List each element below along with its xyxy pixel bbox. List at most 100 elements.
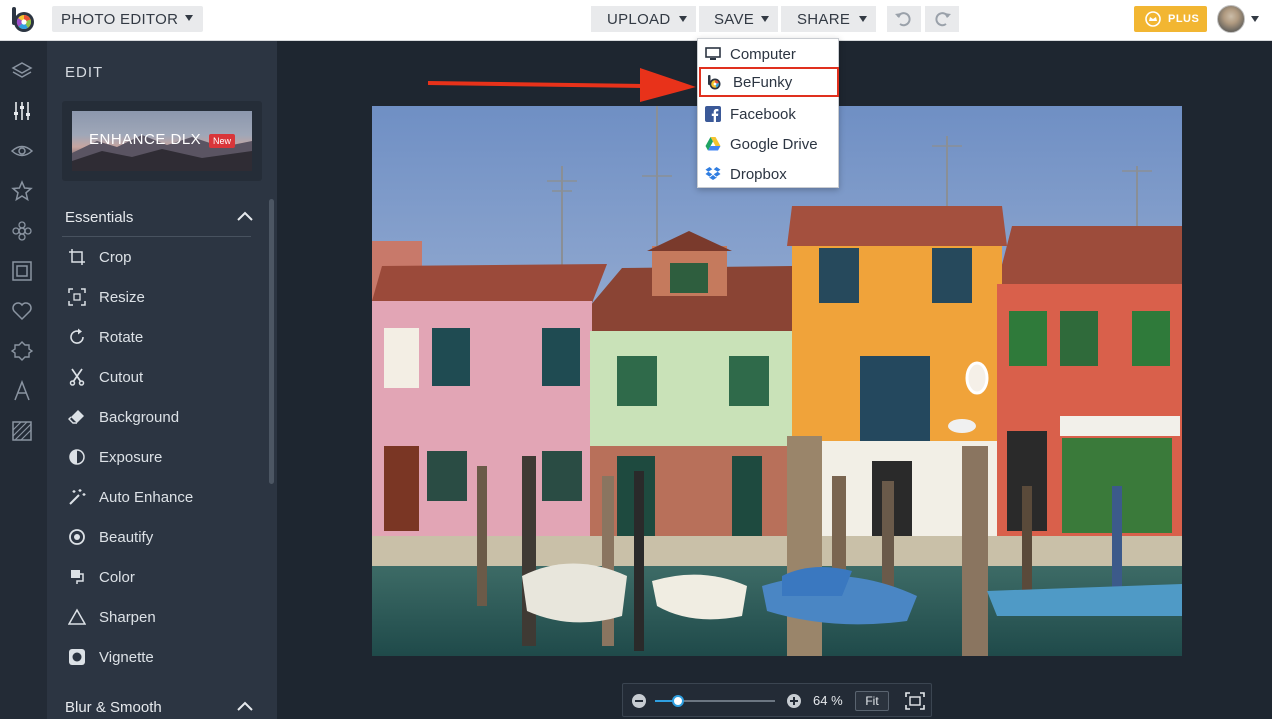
chevron-down-icon[interactable] [1251, 16, 1259, 22]
save-menu-item-computer[interactable]: Computer [698, 39, 838, 69]
tool-crop[interactable]: Crop [67, 242, 257, 272]
undo-button[interactable] [887, 6, 921, 32]
section-essentials-title: Essentials [65, 208, 134, 226]
plus-crown-icon [1145, 11, 1161, 27]
star-icon[interactable] [10, 179, 34, 203]
frame-icon[interactable] [10, 259, 34, 283]
tool-label: Auto Enhance [99, 488, 194, 506]
tool-label: Vignette [99, 648, 154, 666]
heart-icon[interactable] [10, 299, 34, 323]
save-menu-item-dropbox[interactable]: Dropbox [698, 159, 838, 189]
section-divider [62, 236, 251, 237]
save-menu-item-befunky[interactable]: BeFunky [699, 67, 839, 97]
chevron-down-icon [761, 16, 769, 22]
save-menu-item-label: Facebook [730, 105, 796, 123]
chevron-down-icon [859, 16, 867, 22]
section-blur-smooth-title: Blur & Smooth [65, 698, 162, 716]
annotation-arrow [428, 68, 696, 102]
monitor-icon [705, 47, 721, 60]
exposure-icon [67, 447, 87, 467]
sliders-icon[interactable] [10, 99, 34, 123]
layers-icon[interactable] [10, 59, 34, 83]
tool-label: Resize [99, 288, 145, 306]
tool-label: Beautify [99, 528, 154, 546]
save-menu-item-label: BeFunky [733, 73, 793, 91]
save-menu-item-google-drive[interactable]: Google Drive [698, 129, 838, 159]
resize-icon [67, 287, 87, 307]
upload-button[interactable]: UPLOAD [591, 6, 696, 32]
zoom-slider[interactable] [655, 695, 775, 707]
tool-beautify[interactable]: Beautify [67, 522, 257, 552]
redo-button[interactable] [925, 6, 959, 32]
plus-label: PLUS [1168, 13, 1200, 25]
chevron-down-icon [185, 15, 193, 21]
top-bar: PHOTO EDITOR UPLOAD SAVE SHARE PLUS [0, 0, 1272, 41]
dropbox-icon [705, 167, 721, 180]
fit-button[interactable]: Fit [855, 691, 889, 711]
zoom-out-icon[interactable] [632, 694, 646, 708]
redo-icon [935, 12, 951, 27]
avatar[interactable] [1217, 5, 1245, 33]
badge-icon[interactable] [10, 339, 34, 363]
panel-title: EDIT [65, 64, 104, 81]
panel-scrollbar[interactable] [269, 199, 274, 484]
triangle-icon [67, 607, 87, 627]
paint-bucket-icon [67, 567, 87, 587]
zoom-bar: 64 % Fit [622, 683, 932, 717]
zoom-value: 64 % [813, 693, 843, 708]
save-menu-item-facebook[interactable]: Facebook [698, 99, 838, 129]
chevron-down-icon [679, 16, 687, 22]
tool-label: Rotate [99, 328, 144, 346]
tool-label: Crop [99, 248, 132, 266]
save-button[interactable]: SAVE [699, 6, 778, 32]
chevron-up-icon [237, 701, 253, 711]
app-selector-label: PHOTO EDITOR [61, 10, 179, 28]
zoom-in-icon[interactable] [787, 694, 801, 708]
flower-icon[interactable] [10, 219, 34, 243]
befunky-icon [708, 75, 721, 90]
tool-color[interactable]: Color [67, 562, 257, 592]
tool-cutout[interactable]: Cutout [67, 362, 257, 392]
rotate-icon [67, 327, 87, 347]
beautify-icon [67, 527, 87, 547]
fullscreen-icon[interactable] [905, 692, 925, 710]
app-selector[interactable]: PHOTO EDITOR [52, 6, 203, 32]
tool-rotate[interactable]: Rotate [67, 322, 257, 352]
save-menu-item-label: Google Drive [730, 135, 818, 153]
magic-wand-icon [67, 487, 87, 507]
eraser-icon [67, 407, 87, 427]
tool-label: Sharpen [99, 608, 156, 626]
edit-panel: EDIT ENHANCE DLX New Essentials Crop Res… [47, 41, 277, 719]
chevron-up-icon [237, 211, 253, 221]
tool-auto-enhance[interactable]: Auto Enhance [67, 482, 257, 512]
google-drive-icon [705, 137, 721, 151]
section-essentials[interactable]: Essentials [65, 205, 253, 229]
tool-sharpen[interactable]: Sharpen [67, 602, 257, 632]
tool-exposure[interactable]: Exposure [67, 442, 257, 472]
texture-icon[interactable] [10, 419, 34, 443]
tool-vignette[interactable]: Vignette [67, 642, 257, 672]
save-menu-item-label: Dropbox [730, 165, 787, 183]
tool-category-rail [0, 41, 47, 719]
tool-label: Cutout [99, 368, 144, 386]
save-menu: Computer BeFunky Facebook Google Drive D… [697, 38, 839, 188]
tool-label: Background [99, 408, 180, 426]
eye-icon[interactable] [10, 139, 34, 163]
facebook-icon [705, 106, 721, 122]
undo-icon [895, 12, 911, 27]
section-blur-smooth[interactable]: Blur & Smooth [65, 695, 253, 719]
text-icon[interactable] [10, 379, 34, 403]
scissors-icon [67, 367, 87, 387]
enhance-dlx-card[interactable]: ENHANCE DLX New [62, 101, 262, 181]
tool-resize[interactable]: Resize [67, 282, 257, 312]
share-button[interactable]: SHARE [781, 6, 876, 32]
zoom-slider-thumb[interactable] [672, 695, 684, 707]
save-menu-item-label: Computer [730, 45, 796, 63]
enhance-dlx-label: ENHANCE DLX [89, 131, 202, 148]
befunky-logo-icon[interactable] [10, 7, 36, 33]
plus-upgrade-button[interactable]: PLUS [1134, 6, 1207, 32]
tool-background[interactable]: Background [67, 402, 257, 432]
new-badge: New [209, 134, 236, 148]
enhance-dlx-thumbnail: ENHANCE DLX New [72, 111, 252, 171]
crop-icon [67, 247, 87, 267]
